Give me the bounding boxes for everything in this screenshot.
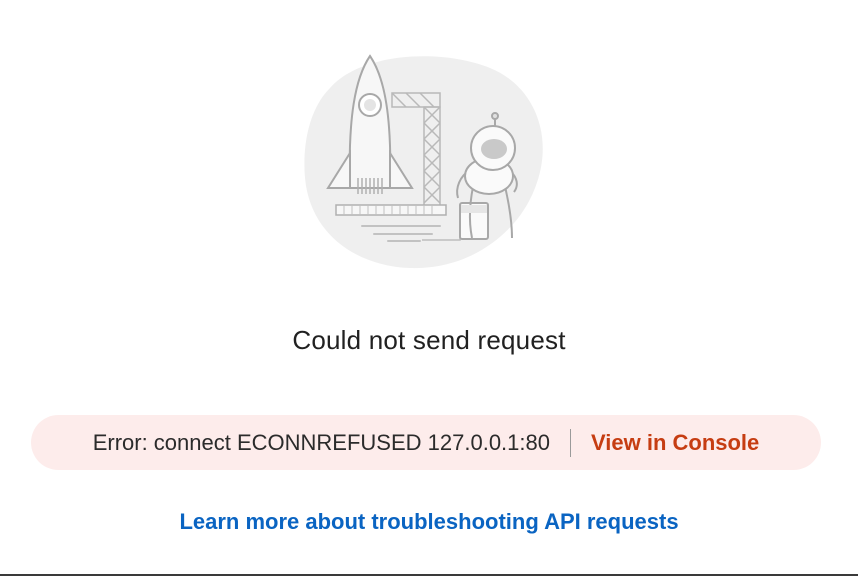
view-in-console-link[interactable]: View in Console xyxy=(591,430,759,456)
error-title: Could not send request xyxy=(292,325,566,355)
divider xyxy=(569,428,571,457)
error-page: Could not send request Error: connect EC… xyxy=(0,0,858,576)
learn-more-link[interactable]: Learn more about troubleshooting API req… xyxy=(0,509,858,535)
rocket-astronaut-illustration xyxy=(300,48,550,273)
error-message: Error: connect ECONNREFUSED 127.0.0.1:80 xyxy=(92,429,550,455)
error-banner: Error: connect ECONNREFUSED 127.0.0.1:80… xyxy=(31,415,821,470)
